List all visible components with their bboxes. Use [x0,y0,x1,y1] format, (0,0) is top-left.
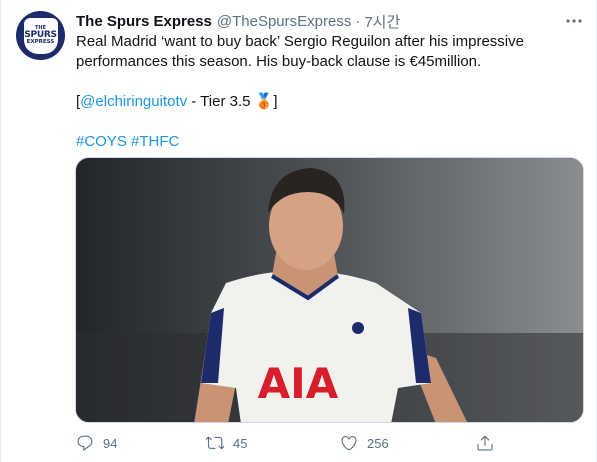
like-icon [341,436,357,451]
retweet-count: 45 [233,435,248,451]
source-tier: - Tier 3.5 [187,93,255,110]
like-button[interactable]: 256 [340,430,389,456]
tweet-text-line1: Real Madrid ‘want to buy back’ Sergio Re… [76,33,524,50]
reply-icon [77,435,93,451]
tweet-card[interactable]: THE SPURS EXPRESS The Spurs Express @The… [0,0,597,462]
hashtag-thfc[interactable]: #THFC [131,133,179,150]
source-close-bracket: ] [273,93,278,110]
more-icon[interactable] [565,12,583,30]
tweet-text: Real Madrid ‘want to buy back’ Sergio Re… [76,32,581,152]
hashtags-line: #COYS #THFC [76,132,581,152]
tweet-header: The Spurs Express @TheSpursExpress · 7시간 [76,11,400,31]
retweet-button[interactable]: 45 [206,430,247,456]
separator-dot: · [355,12,361,30]
avatar-text-express: EXPRESS [26,38,55,45]
retweet-icon [206,436,224,450]
like-count: 256 [367,435,389,451]
source-mention-link[interactable]: @elchiringuitotv [80,93,187,110]
reply-count: 94 [103,435,118,451]
source-line: [@elchiringuitotv - Tier 3.5 🥉] [76,92,581,112]
medal-icon: 🥉 [254,93,274,110]
avatar-logo: THE SPURS EXPRESS [23,17,58,54]
timestamp[interactable]: 7시간 [364,11,400,32]
shirt-sponsor-text: AIA [258,359,339,408]
author-name[interactable]: The Spurs Express [76,13,212,30]
reply-button[interactable]: 94 [76,430,117,456]
tweet-text-line2: performances this season. His buy-back c… [76,53,482,70]
hashtag-coys[interactable]: #COYS [76,133,127,150]
share-button[interactable] [476,430,494,456]
share-icon [477,435,493,451]
tweet-photo[interactable]: AIA [75,157,584,423]
action-bar: 94 45 256 [76,430,506,456]
author-handle[interactable]: @TheSpursExpress [217,13,351,30]
avatar[interactable]: THE SPURS EXPRESS [16,11,65,60]
